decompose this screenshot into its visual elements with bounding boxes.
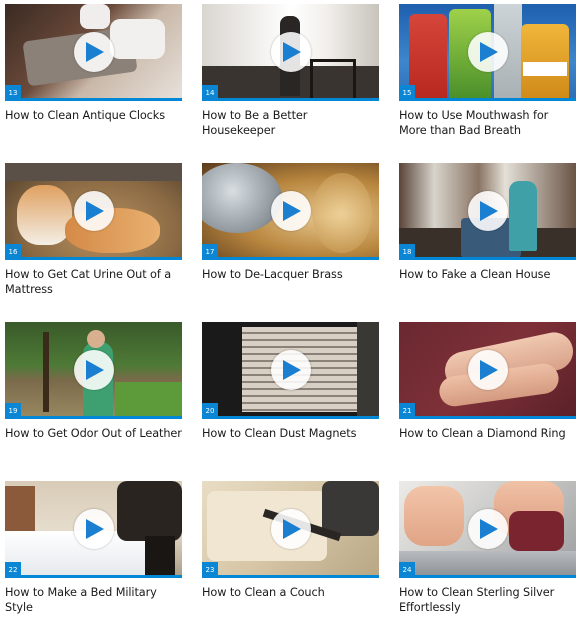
video-number-badge: 17: [202, 244, 218, 260]
video-number-badge: 14: [202, 85, 218, 101]
play-button[interactable]: [467, 508, 508, 549]
video-card[interactable]: 14 How to Be a Better Housekeeper: [202, 4, 379, 163]
video-thumbnail[interactable]: 17: [202, 163, 379, 260]
video-card[interactable]: 19 How to Get Odor Out of Leather: [5, 322, 182, 481]
thumbnail-accent-bar: [399, 416, 576, 419]
video-thumbnail[interactable]: 22: [5, 481, 182, 578]
video-number-badge: 18: [399, 244, 415, 260]
video-number-badge: 22: [5, 562, 21, 578]
thumbnail-accent-bar: [399, 257, 576, 260]
video-number-badge: 19: [5, 403, 21, 419]
play-button[interactable]: [73, 508, 114, 549]
play-button[interactable]: [467, 31, 508, 72]
play-button[interactable]: [467, 349, 508, 390]
video-card[interactable]: 22 How to Make a Bed Military Style: [5, 481, 182, 640]
video-card[interactable]: 24 How to Clean Sterling Silver Effortle…: [399, 481, 576, 640]
video-title-link[interactable]: How to Be a Better Housekeeper: [202, 108, 379, 138]
video-title-link[interactable]: How to Get Odor Out of Leather: [5, 426, 182, 441]
thumbnail-accent-bar: [5, 98, 182, 101]
video-number-badge: 23: [202, 562, 218, 578]
video-thumbnail[interactable]: 21: [399, 322, 576, 419]
thumbnail-accent-bar: [202, 98, 379, 101]
thumbnail-accent-bar: [5, 575, 182, 578]
video-card[interactable]: 23 How to Clean a Couch: [202, 481, 379, 640]
video-thumbnail[interactable]: 23: [202, 481, 379, 578]
play-button[interactable]: [73, 31, 114, 72]
video-card[interactable]: 21 How to Clean a Diamond Ring: [399, 322, 576, 481]
video-title-link[interactable]: How to Get Cat Urine Out of a Mattress: [5, 267, 182, 297]
video-title-link[interactable]: How to Clean Dust Magnets: [202, 426, 379, 441]
video-thumbnail[interactable]: 19: [5, 322, 182, 419]
play-button[interactable]: [73, 349, 114, 390]
thumbnail-accent-bar: [399, 575, 576, 578]
play-button[interactable]: [270, 190, 311, 231]
thumbnail-accent-bar: [399, 98, 576, 101]
video-card[interactable]: 15 How to Use Mouthwash for More than Ba…: [399, 4, 576, 163]
play-button[interactable]: [73, 190, 114, 231]
video-card[interactable]: 13 How to Clean Antique Clocks: [5, 4, 182, 163]
video-number-badge: 15: [399, 85, 415, 101]
video-card[interactable]: 16 How to Get Cat Urine Out of a Mattres…: [5, 163, 182, 322]
video-thumbnail[interactable]: 16: [5, 163, 182, 260]
video-title-link[interactable]: How to Fake a Clean House: [399, 267, 576, 282]
thumbnail-accent-bar: [202, 575, 379, 578]
video-number-badge: 13: [5, 85, 21, 101]
video-title-link[interactable]: How to Make a Bed Military Style: [5, 585, 182, 615]
video-thumbnail[interactable]: 20: [202, 322, 379, 419]
play-button[interactable]: [467, 190, 508, 231]
video-title-link[interactable]: How to Clean Antique Clocks: [5, 108, 182, 123]
video-thumbnail[interactable]: 13: [5, 4, 182, 101]
video-title-link[interactable]: How to Clean a Diamond Ring: [399, 426, 576, 441]
video-title-link[interactable]: How to Clean Sterling Silver Effortlessl…: [399, 585, 576, 615]
thumbnail-accent-bar: [202, 416, 379, 419]
video-card[interactable]: 18 How to Fake a Clean House: [399, 163, 576, 322]
video-number-badge: 21: [399, 403, 415, 419]
video-number-badge: 16: [5, 244, 21, 260]
thumbnail-accent-bar: [202, 257, 379, 260]
video-title-link[interactable]: How to De-Lacquer Brass: [202, 267, 379, 282]
play-button[interactable]: [270, 508, 311, 549]
video-number-badge: 20: [202, 403, 218, 419]
video-grid: 13 How to Clean Antique Clocks 14 How to…: [5, 4, 577, 640]
video-thumbnail[interactable]: 24: [399, 481, 576, 578]
video-title-link[interactable]: How to Clean a Couch: [202, 585, 379, 600]
video-card[interactable]: 20 How to Clean Dust Magnets: [202, 322, 379, 481]
video-thumbnail[interactable]: 15: [399, 4, 576, 101]
play-button[interactable]: [270, 31, 311, 72]
thumbnail-accent-bar: [5, 257, 182, 260]
video-card[interactable]: 17 How to De-Lacquer Brass: [202, 163, 379, 322]
play-button[interactable]: [270, 349, 311, 390]
video-title-link[interactable]: How to Use Mouthwash for More than Bad B…: [399, 108, 576, 138]
video-number-badge: 24: [399, 562, 415, 578]
thumbnail-accent-bar: [5, 416, 182, 419]
video-thumbnail[interactable]: 14: [202, 4, 379, 101]
video-thumbnail[interactable]: 18: [399, 163, 576, 260]
